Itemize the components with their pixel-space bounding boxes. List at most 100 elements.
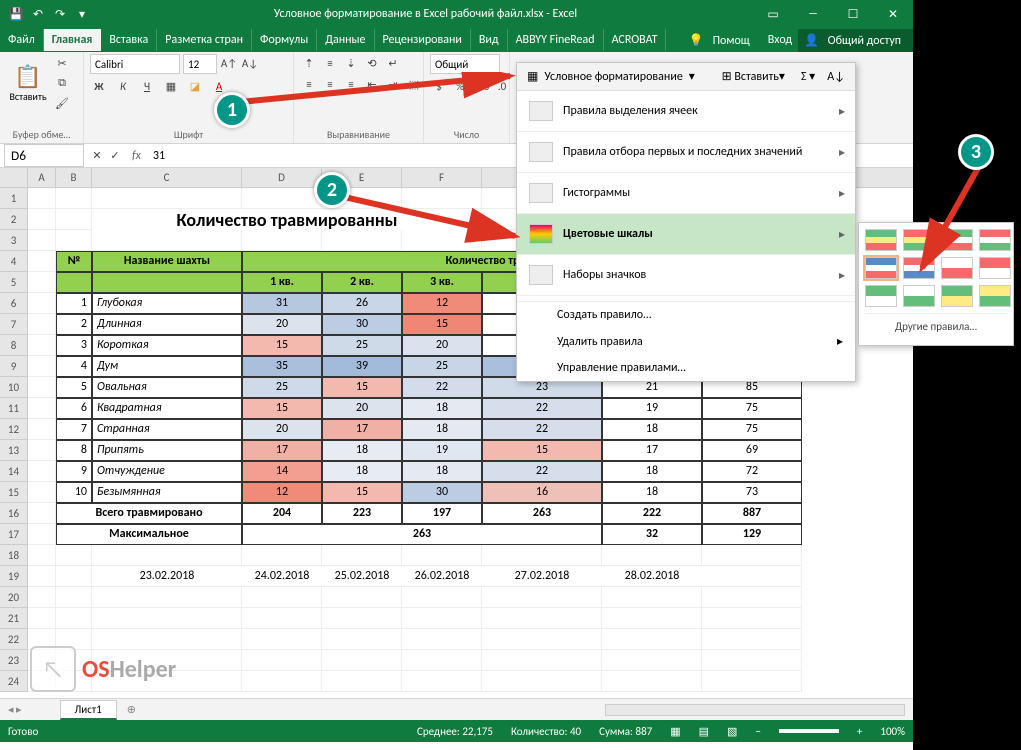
orientation-icon[interactable]: ⟲ <box>363 54 381 72</box>
row-header[interactable]: 11 <box>0 398 28 419</box>
color-scale-option[interactable] <box>865 285 897 307</box>
cell[interactable]: № <box>56 251 92 272</box>
cell[interactable]: 18 <box>402 461 482 482</box>
gallery-more-rules[interactable]: Другие правила… <box>865 313 1007 339</box>
cell[interactable]: 25 <box>402 356 482 377</box>
sheet-tab[interactable]: Лист1 <box>60 700 117 720</box>
cell[interactable]: 73 <box>702 482 802 503</box>
menu-highlight-rules[interactable]: Правила выделения ячеек▸ <box>517 91 855 132</box>
cell[interactable]: 3 <box>56 335 92 356</box>
bold-icon[interactable]: Ж <box>90 77 108 95</box>
align-top-icon[interactable]: ⇡ <box>300 54 318 72</box>
cell[interactable]: 25 <box>242 377 322 398</box>
cell[interactable]: 39 <box>322 356 402 377</box>
cell[interactable]: 22 <box>482 419 602 440</box>
color-scale-option[interactable] <box>903 285 935 307</box>
row-header[interactable]: 23 <box>0 650 28 671</box>
zoom-level[interactable]: 100% <box>880 725 905 738</box>
row-header[interactable]: 20 <box>0 587 28 608</box>
font-name-select[interactable]: Calibri <box>90 54 180 74</box>
fx-icon[interactable]: fx <box>124 149 149 163</box>
row-header[interactable]: 12 <box>0 419 28 440</box>
cell[interactable] <box>92 272 242 293</box>
cell[interactable]: 22 <box>482 398 602 419</box>
row-header[interactable]: 15 <box>0 482 28 503</box>
conditional-formatting-button[interactable]: ▦ Условное форматирование▾ ⊞ Вставить▾ Σ… <box>517 63 855 91</box>
cell[interactable]: 8 <box>56 440 92 461</box>
tab-file[interactable]: Файл <box>0 29 44 51</box>
cell[interactable]: 4 <box>56 356 92 377</box>
row-header[interactable]: 2 <box>0 209 28 230</box>
cell[interactable]: Короткая <box>92 335 242 356</box>
cell[interactable]: 7 <box>56 419 92 440</box>
col-header[interactable]: C <box>92 168 242 187</box>
cell[interactable]: 18 <box>322 440 402 461</box>
cell[interactable]: 31 <box>242 293 322 314</box>
tab-insert[interactable]: Вставка <box>101 29 157 51</box>
cell[interactable]: 35 <box>242 356 322 377</box>
cell[interactable]: 2 <box>56 314 92 335</box>
align-mid-icon[interactable]: ≡ <box>321 54 339 72</box>
row-header[interactable]: 13 <box>0 440 28 461</box>
row-header[interactable]: 24 <box>0 671 28 692</box>
row-header[interactable]: 1 <box>0 188 28 209</box>
cell[interactable]: 887 <box>702 503 802 524</box>
cell[interactable]: 129 <box>702 524 802 545</box>
cell[interactable]: 15 <box>242 335 322 356</box>
cell[interactable]: 75 <box>702 398 802 419</box>
new-sheet-icon[interactable]: ⊕ <box>117 703 146 716</box>
cell[interactable]: 18 <box>402 398 482 419</box>
cell[interactable]: 22 <box>402 377 482 398</box>
cell[interactable]: 18 <box>602 461 702 482</box>
cell[interactable]: 18 <box>402 419 482 440</box>
underline-icon[interactable]: Ч <box>138 77 156 95</box>
cell[interactable]: 1 кв. <box>242 272 322 293</box>
zoom-out-icon[interactable]: − <box>755 725 760 738</box>
cell[interactable]: 15 <box>242 398 322 419</box>
row-header[interactable]: 18 <box>0 545 28 566</box>
wrap-text-icon[interactable]: ↵ <box>384 54 402 72</box>
cell[interactable]: 15 <box>322 377 402 398</box>
cell[interactable]: 17 <box>322 419 402 440</box>
fill-color-icon[interactable]: ◪ <box>186 77 204 95</box>
maximize-icon[interactable]: ☐ <box>833 0 873 28</box>
format-painter-icon[interactable]: 🖌 <box>53 94 71 112</box>
cell[interactable]: Припять <box>92 440 242 461</box>
cell[interactable]: 22 <box>482 461 602 482</box>
cell[interactable]: 20 <box>242 314 322 335</box>
font-size-select[interactable]: 12 <box>183 54 217 74</box>
row-header[interactable]: 14 <box>0 461 28 482</box>
cell[interactable]: 20 <box>242 419 322 440</box>
zoom-slider[interactable] <box>779 729 839 733</box>
menu-icon-sets[interactable]: Наборы значков▸ <box>517 255 855 296</box>
cell[interactable]: 25 <box>322 335 402 356</box>
tab-review[interactable]: Рецензировани <box>375 29 471 51</box>
tab-formulas[interactable]: Формулы <box>252 29 317 51</box>
cell[interactable]: Странная <box>92 419 242 440</box>
row-header[interactable]: 10 <box>0 377 28 398</box>
cell[interactable]: 16 <box>482 482 602 503</box>
cell[interactable]: 204 <box>242 503 322 524</box>
grow-font-icon[interactable]: A↑ <box>220 54 238 72</box>
menu-data-bars[interactable]: Гистограммы▸ <box>517 173 855 214</box>
qat-customize-icon[interactable]: ▾ <box>74 6 90 22</box>
share-button[interactable]: 👤 Общий доступ <box>798 29 913 52</box>
cell[interactable]: 30 <box>322 314 402 335</box>
row-header[interactable]: 21 <box>0 608 28 629</box>
tell-me[interactable]: 💡 Помощ <box>683 29 762 52</box>
cell[interactable]: 17 <box>602 440 702 461</box>
redo-icon[interactable]: ↷ <box>52 6 68 22</box>
cell[interactable]: 15 <box>322 482 402 503</box>
cell[interactable]: 32 <box>602 524 702 545</box>
col-header[interactable]: D <box>242 168 322 187</box>
cell[interactable]: 14 <box>242 461 322 482</box>
cell[interactable]: 6 <box>56 398 92 419</box>
enter-formula-icon[interactable]: ✓ <box>106 147 124 165</box>
cell[interactable]: 15 <box>482 440 602 461</box>
login-button[interactable]: Вход <box>762 29 798 51</box>
copy-icon[interactable]: ⧉ <box>53 74 71 92</box>
cell[interactable]: 3 кв. <box>402 272 482 293</box>
cell[interactable]: Квадратная <box>92 398 242 419</box>
row-header[interactable]: 4 <box>0 251 28 272</box>
cell[interactable]: 18 <box>602 482 702 503</box>
